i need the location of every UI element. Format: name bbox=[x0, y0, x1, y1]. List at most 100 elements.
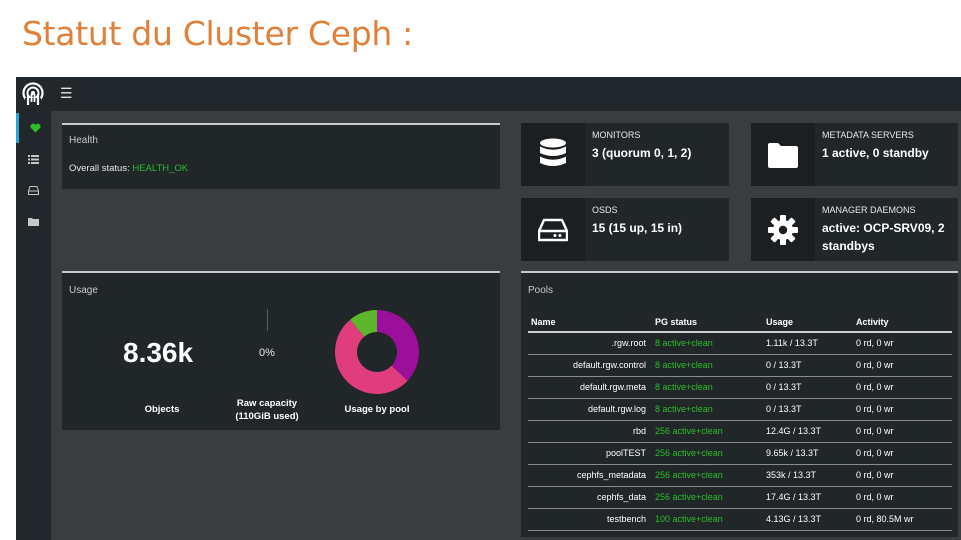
pool-name[interactable]: default.rgw.meta bbox=[528, 376, 652, 399]
pool-usage: 0 / 13.3T bbox=[763, 354, 853, 377]
pool-name[interactable]: cephfs_data bbox=[528, 486, 652, 509]
raw-capacity-title: Raw capacity bbox=[236, 398, 298, 409]
panel-title: Usage bbox=[69, 285, 98, 296]
raw-capacity-label: Raw capacity (110GiB used) bbox=[227, 397, 307, 423]
heart-icon bbox=[29, 123, 41, 133]
stat-label: METADATA SERVERS bbox=[822, 130, 914, 140]
pg-status: 256 active+clean bbox=[652, 486, 763, 509]
column-header-pg-status[interactable]: PG status bbox=[652, 312, 763, 333]
pool-usage: 353k / 13.3T bbox=[763, 464, 853, 487]
sidebar-item-filesystems[interactable] bbox=[16, 206, 51, 236]
pool-name[interactable]: .rgw.root bbox=[528, 332, 652, 355]
pg-status: 256 active+clean bbox=[652, 464, 763, 487]
ceph-logo-icon[interactable] bbox=[21, 82, 45, 106]
stat-value: 15 (15 up, 15 in) bbox=[592, 221, 683, 235]
stat-label: MANAGER DAEMONS bbox=[822, 205, 916, 215]
pool-usage: 9.65k / 13.3T bbox=[763, 442, 853, 465]
folder-icon bbox=[751, 123, 815, 186]
osds-card[interactable]: OSDS 15 (15 up, 15 in) bbox=[521, 198, 729, 261]
panel-title: Pools bbox=[528, 285, 554, 296]
pool-usage: 4.13G / 13.3T bbox=[763, 508, 853, 531]
pool-name[interactable]: poolTEST bbox=[528, 442, 652, 465]
sidebar-item-health[interactable] bbox=[16, 113, 51, 143]
manager-daemons-card[interactable]: MANAGER DAEMONS active: OCP-SRV09, 2 sta… bbox=[751, 198, 958, 261]
objects-count: 8.36k bbox=[123, 337, 194, 368]
list-icon bbox=[28, 154, 39, 164]
folder-icon bbox=[28, 217, 39, 226]
sidebar-item-block[interactable] bbox=[16, 175, 51, 205]
sidebar bbox=[16, 111, 51, 540]
overall-status: Overall status: HEALTH_OK bbox=[69, 163, 188, 174]
table-row[interactable]: testbench 100 active+clean 4.13G / 13.3T 0 … bbox=[528, 508, 952, 531]
table-row[interactable]: rbd 256 active+clean 12.4G / 13.3T 0 rd, 0 … bbox=[528, 420, 952, 443]
pool-activity: 0 rd, 0 wr bbox=[853, 376, 952, 399]
table-row[interactable]: cephfs_data 256 active+clean 17.4G / 13.3T… bbox=[528, 486, 952, 509]
column-header-activity[interactable]: Activity bbox=[853, 312, 952, 333]
stat-label: OSDS bbox=[592, 205, 618, 215]
gear-icon bbox=[751, 198, 815, 261]
usage-panel: Usage 8.36k Objects 0% Raw capacity (110… bbox=[62, 271, 500, 430]
stat-value: active: OCP-SRV09, 2 standbys bbox=[822, 221, 945, 253]
pool-activity: 0 rd, 0 wr bbox=[853, 420, 952, 443]
pool-activity: 0 rd, 0 wr bbox=[853, 332, 952, 355]
pools-panel: Pools Name PG status Usage Activity .rgw… bbox=[521, 271, 958, 537]
slide-title: Statut du Cluster Ceph : bbox=[22, 14, 413, 53]
table-row[interactable]: default.rgw.control 8 active+clean 0 / 13.… bbox=[528, 354, 952, 377]
status-badge: HEALTH_OK bbox=[132, 163, 189, 174]
pool-activity: 0 rd, 0 wr bbox=[853, 464, 952, 487]
pool-usage: 0 / 13.3T bbox=[763, 398, 853, 421]
pool-activity: 0 rd, 0 wr bbox=[853, 354, 952, 377]
usage-by-pool-label: Usage by pool bbox=[344, 404, 410, 415]
raw-capacity-used: (110GiB used) bbox=[235, 411, 299, 422]
pg-status: 100 active+clean bbox=[652, 508, 763, 531]
stat-label: MONITORS bbox=[592, 130, 641, 140]
sidebar-item-servers[interactable] bbox=[16, 144, 51, 174]
pool-activity: 0 rd, 0 wr bbox=[853, 398, 952, 421]
raw-capacity-bar bbox=[267, 309, 268, 331]
pool-usage: 12.4G / 13.3T bbox=[763, 420, 853, 443]
pools-table: Name PG status Usage Activity .rgw.root 8… bbox=[528, 312, 952, 531]
pg-status: 8 active+clean bbox=[652, 354, 763, 377]
pool-usage: 0 / 13.3T bbox=[763, 376, 853, 399]
database-icon bbox=[521, 123, 585, 186]
panel-title: Health bbox=[69, 135, 98, 146]
pool-name[interactable]: testbench bbox=[528, 508, 652, 531]
column-header-name[interactable]: Name bbox=[528, 312, 652, 333]
status-label: Overall status: bbox=[69, 163, 133, 174]
table-row[interactable]: .rgw.root 8 active+clean 1.11k / 13.3T 0 rd… bbox=[528, 332, 952, 355]
pool-activity: 0 rd, 80.5M wr bbox=[853, 508, 952, 531]
pool-usage: 17.4G / 13.3T bbox=[763, 486, 853, 509]
pool-name[interactable]: default.rgw.control bbox=[528, 354, 652, 377]
metadata-servers-card[interactable]: METADATA SERVERS 1 active, 0 standby bbox=[751, 123, 958, 186]
pg-status: 8 active+clean bbox=[652, 332, 763, 355]
table-row[interactable]: poolTEST 256 active+clean 9.65k / 13.3T 0 r… bbox=[528, 442, 952, 465]
hamburger-menu-icon[interactable]: ☰ bbox=[60, 85, 73, 101]
health-panel: Health Overall status: HEALTH_OK bbox=[62, 123, 500, 189]
drive-icon bbox=[28, 185, 39, 195]
donut-slice bbox=[377, 310, 419, 381]
pool-name[interactable]: cephfs_metadata bbox=[528, 464, 652, 487]
table-row[interactable]: default.rgw.log 8 active+clean 0 / 13.3T 0 … bbox=[528, 398, 952, 421]
usage-by-pool-chart bbox=[335, 310, 419, 394]
pool-usage: 1.11k / 13.3T bbox=[763, 332, 853, 355]
ceph-dashboard: ☰ Health Overall status: HEALTH_OK MONIT… bbox=[16, 77, 961, 540]
table-header: Name PG status Usage Activity bbox=[528, 312, 952, 333]
table-row[interactable]: default.rgw.meta 8 active+clean 0 / 13.3T 0… bbox=[528, 376, 952, 399]
objects-label: Objects bbox=[144, 404, 180, 415]
pool-activity: 0 rd, 0 wr bbox=[853, 486, 952, 509]
table-row[interactable]: cephfs_metadata 256 active+clean 353k / 13… bbox=[528, 464, 952, 487]
hard-drive-icon bbox=[521, 198, 585, 261]
pool-name[interactable]: default.rgw.log bbox=[528, 398, 652, 421]
pg-status: 256 active+clean bbox=[652, 442, 763, 465]
pg-status: 8 active+clean bbox=[652, 376, 763, 399]
column-header-usage[interactable]: Usage bbox=[763, 312, 853, 333]
pg-status: 256 active+clean bbox=[652, 420, 763, 443]
top-navbar: ☰ bbox=[16, 77, 961, 111]
pg-status: 8 active+clean bbox=[652, 398, 763, 421]
monitors-card[interactable]: MONITORS 3 (quorum 0, 1, 2) bbox=[521, 123, 729, 186]
stat-value: 3 (quorum 0, 1, 2) bbox=[592, 146, 692, 160]
stat-value: 1 active, 0 standby bbox=[822, 146, 929, 160]
raw-capacity-percent: 0% bbox=[259, 347, 275, 359]
pool-name[interactable]: rbd bbox=[528, 420, 652, 443]
pool-activity: 0 rd, 0 wr bbox=[853, 442, 952, 465]
